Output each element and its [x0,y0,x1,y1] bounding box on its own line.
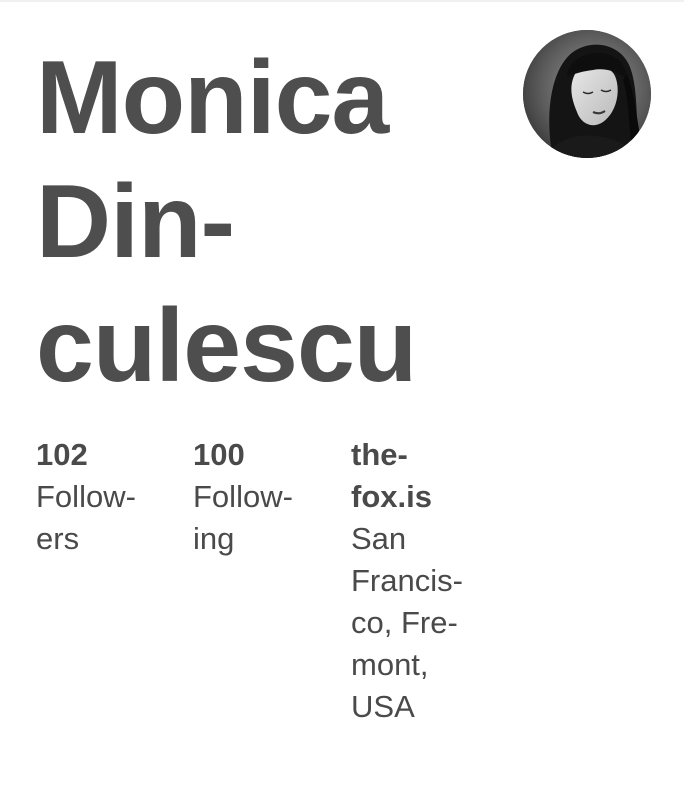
location-line-4: mont, [351,647,429,682]
website-location-block: the- fox.is San Francis- co, Fre- mont, … [351,434,463,728]
profile-name-line-3: culescu [36,288,417,404]
location-line-3: co, Fre- [351,605,458,640]
location-line-1: San [351,521,407,556]
followers-stat[interactable]: 102 Follow- ers [36,434,136,560]
followers-label-line-1: Follow- [36,479,136,514]
location-line-2: Francis- [351,563,463,598]
profile-name-line-1: Monica [36,40,389,156]
website-link[interactable]: the- fox.is [351,434,463,518]
profile-name-line-2: Din- [36,164,235,280]
location-line-5: USA [351,689,415,724]
avatar[interactable] [523,30,651,158]
top-divider [0,0,684,2]
following-count: 100 [193,437,245,472]
website-link-line-1: the- [351,437,408,472]
following-stat[interactable]: 100 Follow- ing [193,434,293,560]
profile-name: Monica Din- culescu [36,36,476,408]
followers-count: 102 [36,437,88,472]
website-link-line-2: fox.is [351,479,432,514]
following-label-line-2: ing [193,521,235,556]
followers-label-line-2: ers [36,521,80,556]
portrait-photo-icon [523,30,651,158]
following-label-line-1: Follow- [193,479,293,514]
